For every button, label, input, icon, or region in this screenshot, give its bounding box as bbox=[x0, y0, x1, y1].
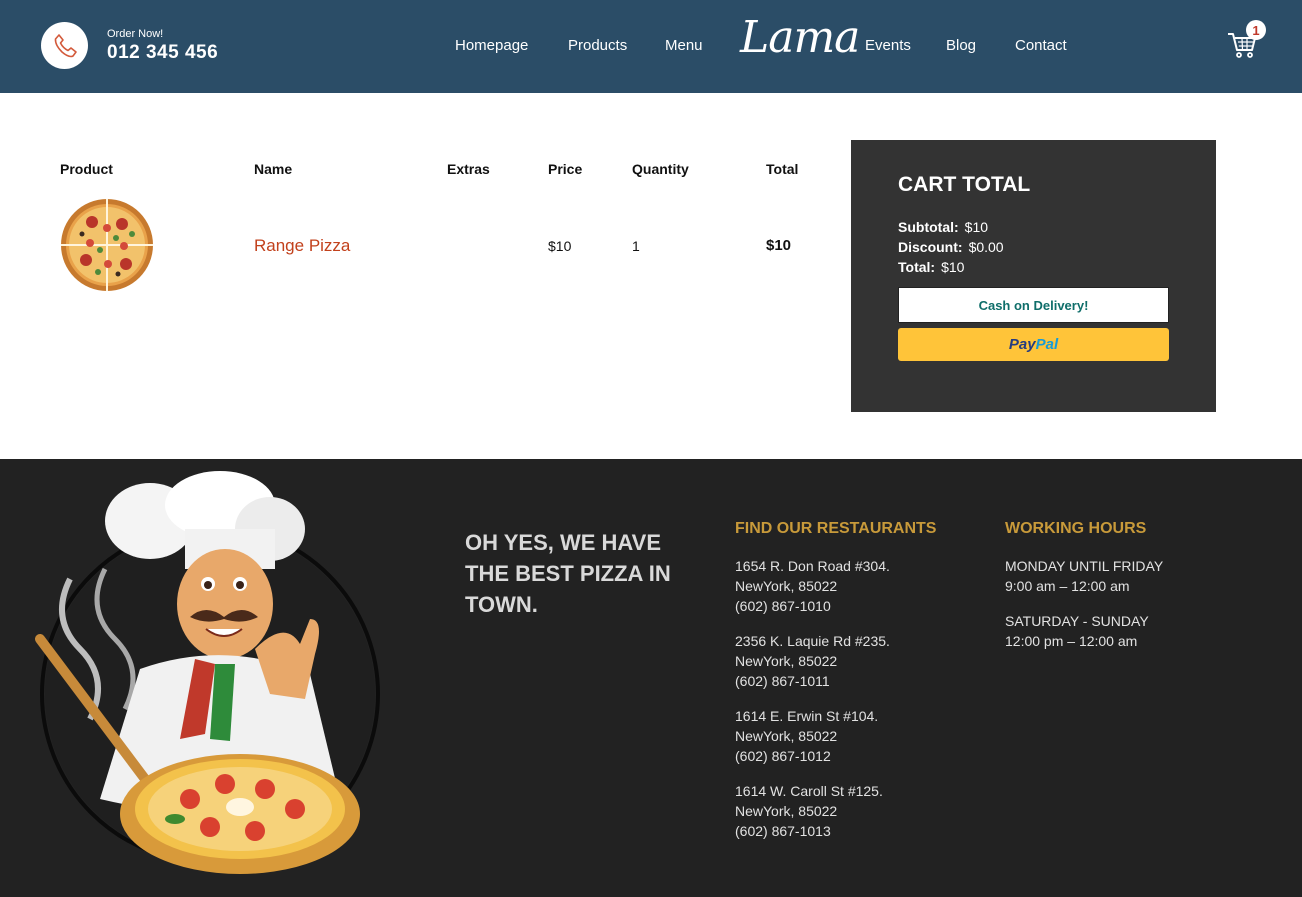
total-value: $10 bbox=[941, 259, 965, 275]
cart-total-panel: CART TOTAL Subtotal: $10 Discount: $0.00 T… bbox=[851, 140, 1216, 412]
nav-products[interactable]: Products bbox=[568, 37, 627, 54]
restaurant-address: 1614 W. Caroll St #125. bbox=[735, 783, 883, 799]
restaurant-address: 1654 R. Don Road #304. bbox=[735, 558, 890, 574]
header-extras: Extras bbox=[447, 161, 490, 177]
restaurant-city: NewYork, 85022 bbox=[735, 578, 838, 594]
restaurant-address: 1614 E. Erwin St #104. bbox=[735, 708, 879, 724]
nav-homepage[interactable]: Homepage bbox=[455, 37, 528, 54]
header-total: Total bbox=[766, 161, 799, 177]
restaurant-city: NewYork, 85022 bbox=[735, 803, 838, 819]
nav-events[interactable]: Events bbox=[865, 37, 911, 54]
restaurant-city: NewYork, 85022 bbox=[735, 728, 838, 744]
footer: OH YES, WE HAVE THE BEST PIZZA IN TOWN. … bbox=[0, 459, 1302, 897]
pizza-image bbox=[61, 199, 153, 291]
cash-on-delivery-button[interactable]: Cash on Delivery! bbox=[898, 287, 1169, 323]
restaurant-phone: (602) 867-1012 bbox=[735, 748, 831, 764]
phone-button[interactable] bbox=[41, 22, 88, 69]
total-label: Total: bbox=[898, 259, 936, 275]
header-price: Price bbox=[548, 161, 583, 177]
nav-blog[interactable]: Blog bbox=[946, 37, 976, 54]
phone-number[interactable]: 012 345 456 bbox=[107, 42, 218, 64]
header-quantity: Quantity bbox=[632, 161, 689, 177]
hours-item: SATURDAY - SUNDAY 12:00 pm – 12:00 am bbox=[1005, 611, 1149, 651]
hours-item: MONDAY UNTIL FRIDAY 9:00 am – 12:00 am bbox=[1005, 556, 1163, 596]
paypal-button[interactable]: Pay Pal bbox=[898, 328, 1169, 361]
restaurant-address: 2356 K. Laquie Rd #235. bbox=[735, 633, 890, 649]
restaurants-title: FIND OUR RESTAURANTS bbox=[735, 520, 937, 537]
discount-label: Discount: bbox=[898, 239, 963, 255]
restaurant-phone: (602) 867-1011 bbox=[735, 673, 830, 689]
restaurant-phone: (602) 867-1010 bbox=[735, 598, 831, 614]
working-hours-title: WORKING HOURS bbox=[1005, 520, 1147, 537]
subtotal-label: Subtotal: bbox=[898, 219, 959, 235]
hours-days: SATURDAY - SUNDAY bbox=[1005, 613, 1149, 629]
cart-count-badge: 1 bbox=[1246, 20, 1266, 40]
hours-time: 12:00 pm – 12:00 am bbox=[1005, 633, 1138, 649]
cart-total-title: CART TOTAL bbox=[898, 173, 1031, 196]
restaurant-phone: (602) 867-1013 bbox=[735, 823, 831, 839]
paypal-logo-pal: Pal bbox=[1035, 336, 1059, 353]
product-quantity: 1 bbox=[632, 238, 640, 254]
nav-contact[interactable]: Contact bbox=[1015, 37, 1067, 54]
phone-icon bbox=[54, 33, 77, 57]
product-total: $10 bbox=[766, 237, 792, 254]
product-name-link[interactable]: Range Pizza bbox=[254, 236, 350, 256]
site-logo[interactable]: Lama bbox=[740, 12, 860, 63]
top-navbar: Order Now! 012 345 456 Homepage Products… bbox=[0, 0, 1302, 93]
order-now-label: Order Now! bbox=[107, 28, 164, 40]
hours-time: 9:00 am – 12:00 am bbox=[1005, 578, 1130, 594]
nav-menu[interactable]: Menu bbox=[665, 37, 703, 54]
restaurant-item: 2356 K. Laquie Rd #235. NewYork, 85022 (… bbox=[735, 631, 890, 691]
subtotal-row: Subtotal: $10 bbox=[898, 219, 988, 235]
hours-days: MONDAY UNTIL FRIDAY bbox=[1005, 558, 1164, 574]
header-name: Name bbox=[254, 161, 293, 177]
restaurant-city: NewYork, 85022 bbox=[735, 653, 838, 669]
restaurant-item: 1614 W. Caroll St #125. NewYork, 85022 (… bbox=[735, 781, 883, 841]
paypal-logo-pay: Pay bbox=[1008, 336, 1036, 353]
product-price: $10 bbox=[548, 238, 572, 254]
discount-row: Discount: $0.00 bbox=[898, 239, 1004, 255]
footer-tagline: OH YES, WE HAVE THE BEST PIZZA IN TOWN. bbox=[465, 530, 671, 617]
total-row: Total: $10 bbox=[898, 259, 964, 275]
subtotal-value: $10 bbox=[964, 219, 989, 235]
header-product: Product bbox=[60, 161, 113, 177]
restaurant-item: 1654 R. Don Road #304. NewYork, 85022 (6… bbox=[735, 556, 890, 616]
restaurant-item: 1614 E. Erwin St #104. NewYork, 85022 (6… bbox=[735, 706, 878, 766]
discount-value: $0.00 bbox=[968, 239, 1004, 255]
chef-illustration bbox=[35, 471, 380, 874]
